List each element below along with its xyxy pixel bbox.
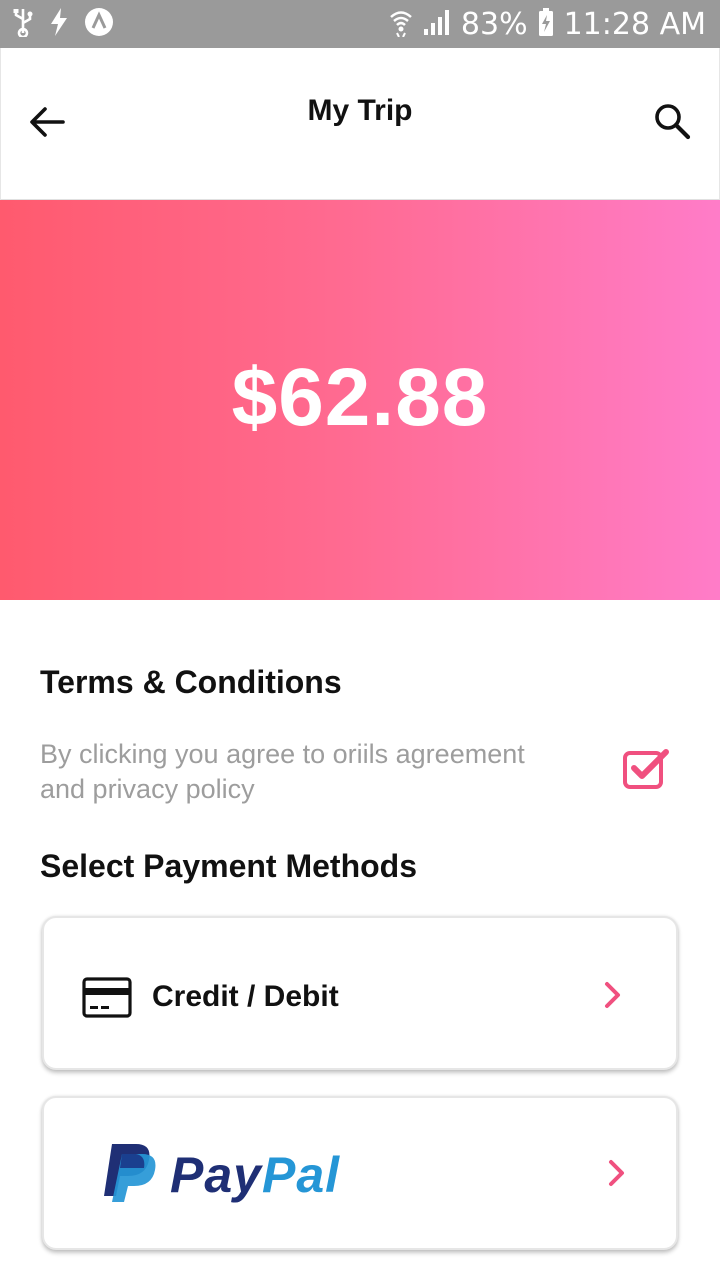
credit-debit-label: Credit / Debit <box>152 980 339 1013</box>
credit-debit-option[interactable]: Credit / Debit <box>42 916 678 1070</box>
terms-checkbox[interactable] <box>622 748 670 790</box>
wifi-icon <box>389 7 413 42</box>
battery-percent: 83% <box>460 6 528 42</box>
trip-amount: $62.88 <box>231 351 489 443</box>
terms-title: Terms & Conditions <box>40 664 342 700</box>
chevron-right-icon <box>605 982 620 1008</box>
credit-card-icon <box>82 977 132 1018</box>
app-bar: My Trip <box>0 48 720 200</box>
signal-icon <box>423 7 451 42</box>
flash-icon <box>48 7 70 42</box>
search-button[interactable] <box>653 102 693 142</box>
paypal-option[interactable]: PayPal <box>42 1096 678 1250</box>
app-notification-icon <box>84 7 114 42</box>
terms-text: By clicking you agree to oriils agreemen… <box>40 739 525 804</box>
clock: 11:28 AM <box>563 6 706 42</box>
checkbox-checked-icon <box>623 749 669 789</box>
chevron-right-icon <box>609 1160 624 1186</box>
paypal-wordmark: PayPal <box>170 1147 341 1203</box>
status-bar: 83% 11:28 AM <box>0 0 720 48</box>
page-title: My Trip <box>307 94 413 127</box>
payment-methods-title: Select Payment Methods <box>40 848 417 884</box>
usb-icon <box>12 7 34 42</box>
paypal-logo <box>104 1144 156 1202</box>
trip-amount-banner: $62.88 <box>0 200 720 600</box>
battery-charging-icon <box>538 7 554 42</box>
search-icon <box>655 104 691 140</box>
